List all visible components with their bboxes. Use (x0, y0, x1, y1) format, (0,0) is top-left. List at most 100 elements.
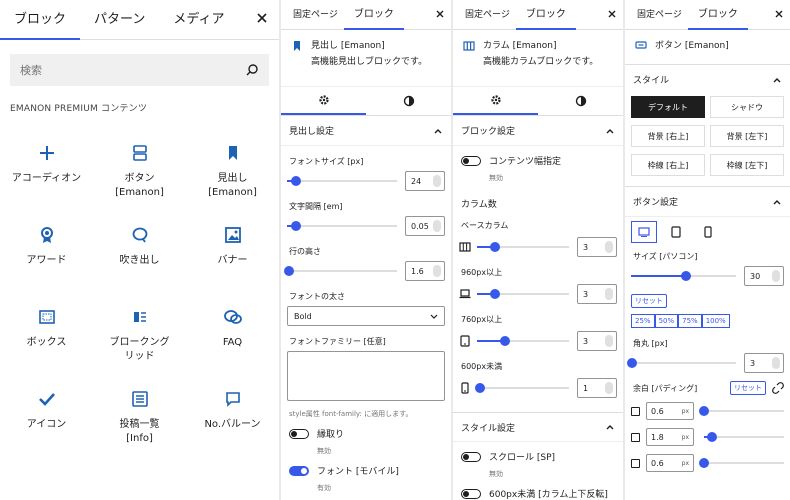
padding-slider[interactable] (699, 458, 784, 468)
column-slider[interactable] (477, 242, 569, 252)
percent-25-button[interactable]: 25% (631, 314, 655, 328)
block-box[interactable]: ボックス (0, 292, 93, 374)
desktop-icon (638, 227, 650, 237)
letter-spacing-slider[interactable] (287, 221, 397, 231)
padding-checkbox[interactable] (631, 406, 640, 416)
padding-reset-button[interactable]: リセット (730, 381, 766, 395)
tab-blocks[interactable]: ブロック (0, 0, 81, 40)
tab-patterns[interactable]: パターン (80, 0, 159, 40)
padding-input[interactable]: 0.6 px (646, 402, 694, 420)
block-broken-grid[interactable]: ブロークング リッド (93, 292, 186, 374)
column-slider[interactable] (477, 336, 569, 346)
font-weight-select[interactable]: Bold (287, 306, 445, 326)
block-label: 吹き出し (119, 255, 160, 266)
block-heading[interactable]: 見出し [Emanon] (186, 128, 279, 210)
section-block-settings[interactable]: ブロック設定 (453, 116, 623, 146)
padding-input[interactable]: 1.8 px (646, 428, 694, 446)
column-input[interactable]: 3 (577, 237, 617, 257)
tab-page[interactable]: 固定ページ (287, 0, 344, 30)
toggle-switch[interactable] (461, 452, 481, 462)
tab-block[interactable]: ブロック (515, 0, 576, 30)
tab-styles[interactable] (538, 87, 623, 115)
column-slider[interactable] (477, 289, 569, 299)
tab-block[interactable]: ブロック (687, 0, 748, 30)
column-input[interactable]: 3 (577, 284, 617, 304)
close-icon[interactable] (435, 9, 445, 19)
column-slider[interactable] (474, 383, 569, 393)
close-icon[interactable] (255, 11, 269, 25)
section-heading-settings[interactable]: 見出し設定 (281, 116, 451, 146)
font-size-input[interactable]: 24 (405, 171, 445, 191)
scroll-toggle[interactable]: スクロール [SP] 無効 (453, 450, 623, 479)
percent-50-button[interactable]: 50% (654, 314, 679, 328)
toggle-switch[interactable] (289, 466, 309, 476)
radius-input[interactable]: 3 (744, 353, 784, 373)
unlink-icon[interactable] (772, 382, 784, 394)
toggle-switch[interactable] (289, 429, 309, 439)
device-desktop-button[interactable] (631, 221, 657, 243)
category-title: EMANON PREMIUM コンテンツ (10, 104, 148, 114)
padding-slider[interactable] (704, 432, 784, 442)
heading-settings-panel: 固定ページ ブロック 見出し [Emanon] 高機能見出しブロックです。 見出… (281, 0, 451, 500)
letter-spacing-input[interactable]: 0.05 (405, 216, 445, 236)
tab-media[interactable]: メディア (159, 0, 238, 40)
block-accordion[interactable]: アコーディオン (0, 128, 93, 210)
device-tablet-button[interactable] (663, 221, 689, 243)
chevron-up-icon (605, 126, 615, 136)
toggle-switch[interactable] (461, 489, 481, 499)
block-faq[interactable]: FAQ (186, 292, 279, 374)
outline-toggle[interactable]: 縁取り 無効 (281, 427, 451, 456)
padding-slider[interactable] (699, 406, 784, 416)
tab-settings[interactable] (281, 87, 366, 115)
field-label: サイズ [パソコン] (633, 252, 698, 261)
search-icon[interactable] (245, 63, 259, 77)
style-shadow-button[interactable]: シャドウ (710, 96, 784, 118)
block-balloon[interactable]: 吹き出し (93, 210, 186, 292)
block-button[interactable]: ボタン [Emanon] (93, 128, 186, 210)
tab-page[interactable]: 固定ページ (459, 0, 516, 30)
style-border-bottom-left-button[interactable]: 枠線 [左下] (710, 154, 784, 176)
search-input[interactable] (20, 63, 200, 77)
font-size-slider[interactable] (287, 176, 397, 186)
padding-checkbox[interactable] (631, 432, 640, 442)
style-border-top-right-button[interactable]: 枠線 [右上] (631, 154, 705, 176)
tab-page[interactable]: 固定ページ (631, 0, 688, 30)
column-settings-panel: 固定ページ ブロック カラム [Emanon] 高機能カラムブロックです。 ブロ… (453, 0, 623, 500)
column-input[interactable]: 3 (577, 331, 617, 351)
device-mobile-button[interactable] (695, 221, 721, 243)
section-style-settings[interactable]: スタイル設定 (453, 412, 623, 442)
block-banner[interactable]: バナー (186, 210, 279, 292)
block-no-balloon[interactable]: No.バルーン (186, 374, 279, 456)
close-icon[interactable] (774, 9, 784, 19)
column-input[interactable]: 1 (577, 378, 617, 398)
padding-input[interactable]: 0.6 px (646, 454, 694, 472)
tab-block[interactable]: ブロック (343, 0, 404, 30)
percent-75-button[interactable]: 75% (678, 314, 702, 328)
tab-styles[interactable] (366, 87, 451, 115)
line-height-slider[interactable] (284, 266, 397, 276)
reverse-toggle[interactable]: 600px未満 [カラム上下反転] (453, 487, 623, 500)
tab-settings[interactable] (453, 87, 538, 115)
style-bg-bottom-left-button[interactable]: 背景 [左下] (710, 125, 784, 147)
block-icon[interactable]: アイコン (0, 374, 93, 456)
reset-button[interactable]: リセット (631, 294, 667, 308)
toggle-switch[interactable] (461, 156, 481, 166)
close-icon[interactable] (607, 9, 617, 19)
size-slider[interactable] (631, 271, 736, 281)
line-height-input[interactable]: 1.6 (405, 261, 445, 281)
block-award[interactable]: アワード (0, 210, 93, 292)
section-button-settings[interactable]: ボタン設定 (625, 187, 790, 217)
field-label: 760px以上 (461, 315, 503, 324)
award-icon (38, 226, 56, 244)
style-default-button[interactable]: デフォルト (631, 96, 705, 118)
block-post-list[interactable]: 投稿一覧 [Info] (93, 374, 186, 456)
mobile-font-toggle[interactable]: フォント [モバイル] 有効 (281, 464, 451, 493)
style-bg-top-right-button[interactable]: 背景 [右上] (631, 125, 705, 147)
radius-slider[interactable] (627, 358, 736, 368)
section-style[interactable]: スタイル (625, 64, 790, 94)
font-family-textarea[interactable] (287, 351, 445, 401)
content-width-toggle[interactable]: コンテンツ幅指定 無効 (453, 154, 623, 183)
size-input[interactable]: 30 (744, 266, 784, 286)
percent-100-button[interactable]: 100% (701, 314, 730, 328)
padding-checkbox[interactable] (631, 458, 640, 468)
